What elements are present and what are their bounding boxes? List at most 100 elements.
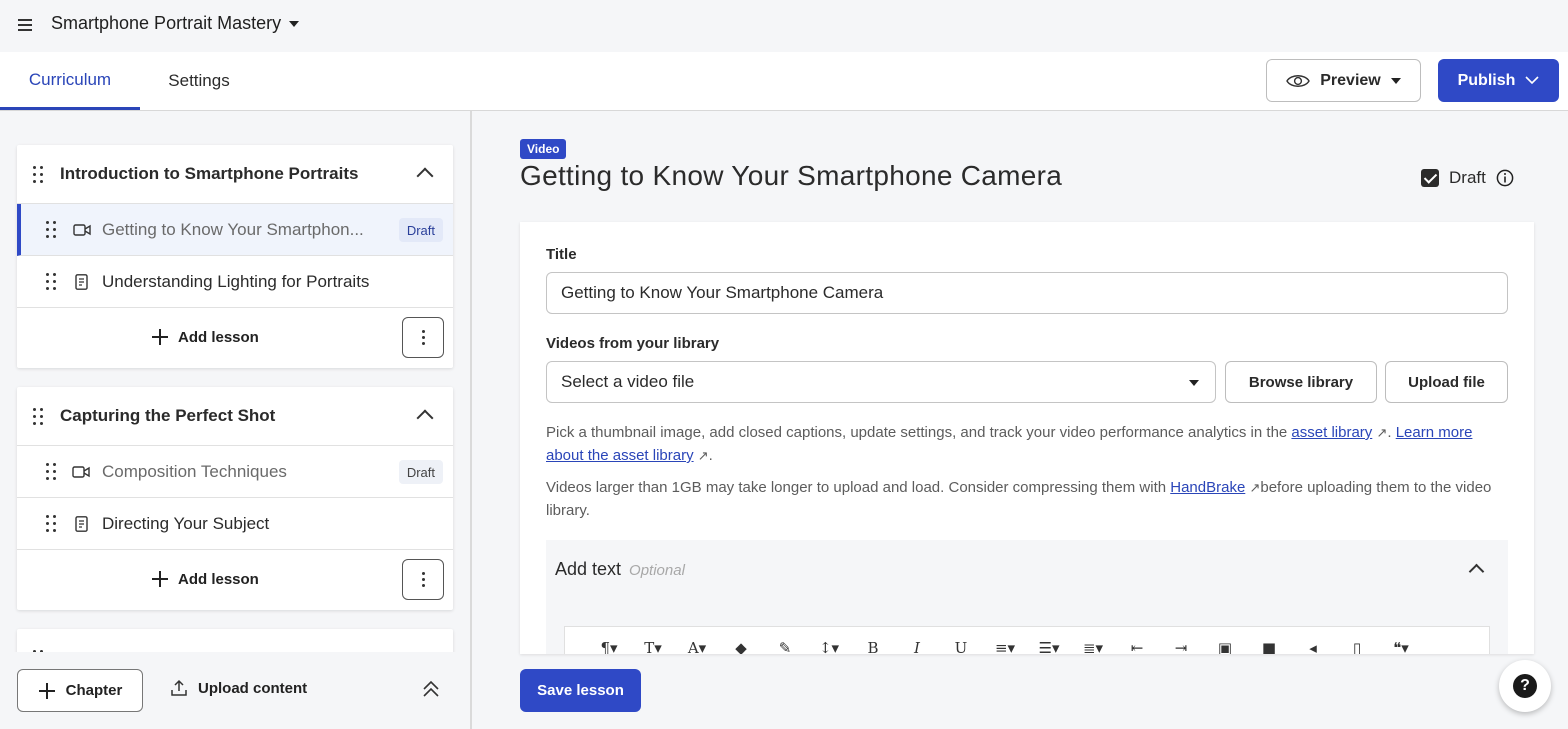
curriculum-footer: Chapter Upload content bbox=[0, 652, 470, 729]
drag-handle-icon[interactable] bbox=[46, 221, 56, 239]
draft-badge: Draft bbox=[398, 460, 443, 484]
ordered-list-icon[interactable]: ≡▾ bbox=[983, 639, 1027, 654]
lesson-item[interactable]: Getting to Know Your Smartphon... Draft bbox=[17, 204, 453, 256]
help-button[interactable]: ? bbox=[1499, 660, 1551, 712]
chapter-label: Chapter bbox=[65, 682, 123, 699]
plus-icon bbox=[151, 328, 169, 346]
document-icon bbox=[75, 274, 88, 290]
quote-icon[interactable]: ❝▾ bbox=[1379, 639, 1423, 654]
video-file-select-value: Select a video file bbox=[561, 372, 695, 391]
add-chapter-button[interactable]: Chapter bbox=[17, 669, 143, 712]
lesson-item[interactable]: Understanding Lighting for Portraits bbox=[17, 256, 453, 308]
more-options-button[interactable] bbox=[402, 559, 444, 600]
title-label: Title bbox=[546, 246, 577, 263]
external-link-icon: ↗ bbox=[1376, 425, 1388, 440]
outdent-icon[interactable]: ⇤ bbox=[1115, 639, 1159, 654]
file-icon[interactable]: ▯ bbox=[1335, 639, 1379, 654]
video-icon bbox=[73, 224, 91, 236]
info-icon[interactable] bbox=[1496, 169, 1514, 187]
title-input[interactable] bbox=[546, 272, 1508, 314]
chapter-header[interactable]: Introduction to Smartphone Portraits bbox=[17, 145, 453, 204]
publish-label: Publish bbox=[1457, 71, 1516, 89]
optional-label: Optional bbox=[629, 562, 685, 579]
drag-handle-icon[interactable] bbox=[33, 166, 43, 184]
draft-toggle[interactable]: Draft bbox=[1421, 168, 1514, 188]
image-icon[interactable]: ▣ bbox=[1203, 639, 1247, 654]
chevron-up-icon[interactable] bbox=[416, 167, 434, 185]
add-text-header[interactable]: Add text Optional bbox=[555, 559, 685, 580]
upload-content-button[interactable]: Upload content bbox=[170, 679, 307, 697]
add-lesson-button[interactable]: Add lesson bbox=[151, 570, 259, 588]
paint-brush-icon[interactable]: ✎ bbox=[763, 639, 807, 654]
preview-label: Preview bbox=[1320, 71, 1381, 89]
drag-handle-icon[interactable] bbox=[46, 515, 56, 533]
draft-checkbox[interactable] bbox=[1421, 169, 1439, 187]
rich-text-toolbar: ¶▾ T▾ A▾ ◆ ✎ ↕▾ B I U ≡▾ ☰▾ ≣▾ ⇤ ⇥ ▣ ■ ◂… bbox=[564, 626, 1490, 654]
lesson-title: Composition Techniques bbox=[102, 461, 287, 481]
highlight-icon[interactable]: ◆ bbox=[719, 639, 763, 654]
add-lesson-button[interactable]: Add lesson bbox=[151, 328, 259, 346]
chapter-card: Introduction to Smartphone Portraits Get… bbox=[17, 145, 453, 368]
menu-icon[interactable] bbox=[18, 17, 34, 33]
document-icon bbox=[75, 516, 88, 532]
browse-library-button[interactable]: Browse library bbox=[1225, 361, 1377, 403]
drag-handle-icon[interactable] bbox=[46, 463, 56, 481]
bold-icon[interactable]: B bbox=[851, 639, 895, 654]
plus-icon bbox=[151, 570, 169, 588]
font-color-icon[interactable]: A▾ bbox=[675, 639, 719, 654]
help-text: Videos larger than 1GB may take longer t… bbox=[546, 479, 1171, 496]
italic-icon[interactable]: I bbox=[895, 639, 939, 654]
lesson-editor-card: Title Videos from your library Select a … bbox=[520, 222, 1534, 654]
video-embed-icon[interactable]: ■ bbox=[1247, 639, 1291, 654]
paragraph-format-icon[interactable]: ¶▾ bbox=[587, 639, 631, 654]
caret-down-icon bbox=[1390, 77, 1401, 84]
bullet-list-icon[interactable]: ☰▾ bbox=[1027, 639, 1071, 654]
lesson-title: Understanding Lighting for Portraits bbox=[102, 271, 370, 291]
draft-label: Draft bbox=[1449, 168, 1486, 187]
collapse-all-icon[interactable] bbox=[422, 680, 440, 698]
align-icon[interactable]: ≣▾ bbox=[1071, 639, 1115, 654]
drag-handle-icon[interactable] bbox=[33, 408, 43, 426]
caret-down-icon bbox=[289, 20, 300, 27]
save-lesson-button[interactable]: Save lesson bbox=[520, 669, 641, 712]
video-file-select[interactable]: Select a video file bbox=[546, 361, 1216, 403]
help-icon: ? bbox=[1513, 674, 1537, 698]
asset-library-link[interactable]: asset library bbox=[1291, 424, 1372, 441]
draft-badge: Draft bbox=[398, 218, 443, 242]
chevron-up-icon[interactable] bbox=[416, 409, 434, 427]
drag-handle-icon[interactable] bbox=[46, 273, 56, 291]
lesson-item[interactable]: Directing Your Subject bbox=[17, 498, 453, 550]
lesson-heading: Getting to Know Your Smartphone Camera bbox=[520, 160, 1063, 191]
chapter-card: Capturing the Perfect Shot Composition T… bbox=[17, 387, 453, 610]
indent-icon[interactable]: ⇥ bbox=[1159, 639, 1203, 654]
audio-icon[interactable]: ◂ bbox=[1291, 639, 1335, 654]
tab-settings[interactable]: Settings bbox=[140, 52, 258, 110]
publish-button[interactable]: Publish bbox=[1438, 59, 1559, 102]
tab-curriculum[interactable]: Curriculum bbox=[0, 52, 140, 110]
asset-library-help: Pick a thumbnail image, add closed capti… bbox=[546, 424, 1473, 464]
lesson-title: Directing Your Subject bbox=[102, 513, 270, 533]
add-lesson-label: Add lesson bbox=[178, 328, 259, 346]
more-options-button[interactable] bbox=[402, 317, 444, 358]
lesson-title: Getting to Know Your Smartphon... bbox=[102, 219, 364, 239]
preview-button[interactable]: Preview bbox=[1266, 59, 1421, 102]
underline-icon[interactable]: U bbox=[939, 639, 983, 654]
line-height-icon[interactable]: ↕▾ bbox=[807, 639, 851, 654]
panel-divider[interactable] bbox=[470, 111, 472, 729]
lesson-type-tag: Video bbox=[520, 139, 567, 159]
lesson-item[interactable]: Composition Techniques Draft bbox=[17, 446, 453, 498]
chapter-header[interactable]: Capturing the Perfect Shot bbox=[17, 387, 453, 446]
file-size-help: Videos larger than 1GB may take longer t… bbox=[546, 476, 1506, 522]
add-lesson-row: Add lesson bbox=[17, 308, 453, 368]
upload-file-button[interactable]: Upload file bbox=[1385, 361, 1508, 403]
chevron-down-icon bbox=[1525, 76, 1539, 85]
upload-content-label: Upload content bbox=[198, 679, 308, 697]
course-selector[interactable]: Smartphone Portrait Mastery bbox=[51, 13, 300, 34]
caret-down-icon bbox=[1189, 380, 1199, 386]
plus-icon bbox=[38, 682, 56, 700]
handbrake-link[interactable]: HandBrake bbox=[1170, 479, 1245, 496]
chevron-up-icon[interactable] bbox=[1468, 563, 1485, 580]
add-text-section: Add text Optional ¶▾ T▾ A▾ ◆ ✎ ↕▾ B I U ≡… bbox=[546, 540, 1508, 654]
text-size-icon[interactable]: T▾ bbox=[631, 639, 675, 654]
add-lesson-row: Add lesson bbox=[17, 550, 453, 610]
